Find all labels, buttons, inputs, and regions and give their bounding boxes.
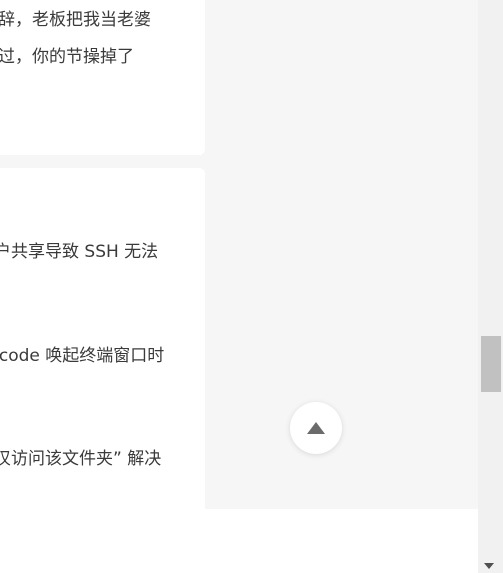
article-title-fragment[interactable]: 辞，老板把我当老婆 (0, 8, 203, 32)
back-to-top-button[interactable] (290, 402, 342, 454)
vertical-scrollbar[interactable] (478, 0, 503, 573)
article-card-top: 辞，老板把我当老婆 过，你的节操掉了 (0, 0, 205, 155)
article-list-item-continuation: . (0, 368, 195, 392)
scrollbar-thumb[interactable] (481, 336, 501, 392)
article-list-item[interactable]: 户共享导致 SSH 无法 (0, 240, 199, 264)
article-title-fragment[interactable]: 过，你的节操掉了 (0, 45, 203, 69)
article-list-item[interactable]: scode 唤起终端窗口时 (0, 344, 195, 368)
article-list-item[interactable]: 叹访问该文件夹” 解决 (0, 447, 199, 471)
footer-panel (0, 509, 478, 573)
scroll-down-arrow-icon[interactable] (484, 563, 494, 569)
article-list-card: 户共享导致 SSH 无法 scode 唤起终端窗口时 . 叹访问该文件夹” 解决 (0, 168, 205, 513)
arrow-up-icon (307, 422, 325, 434)
